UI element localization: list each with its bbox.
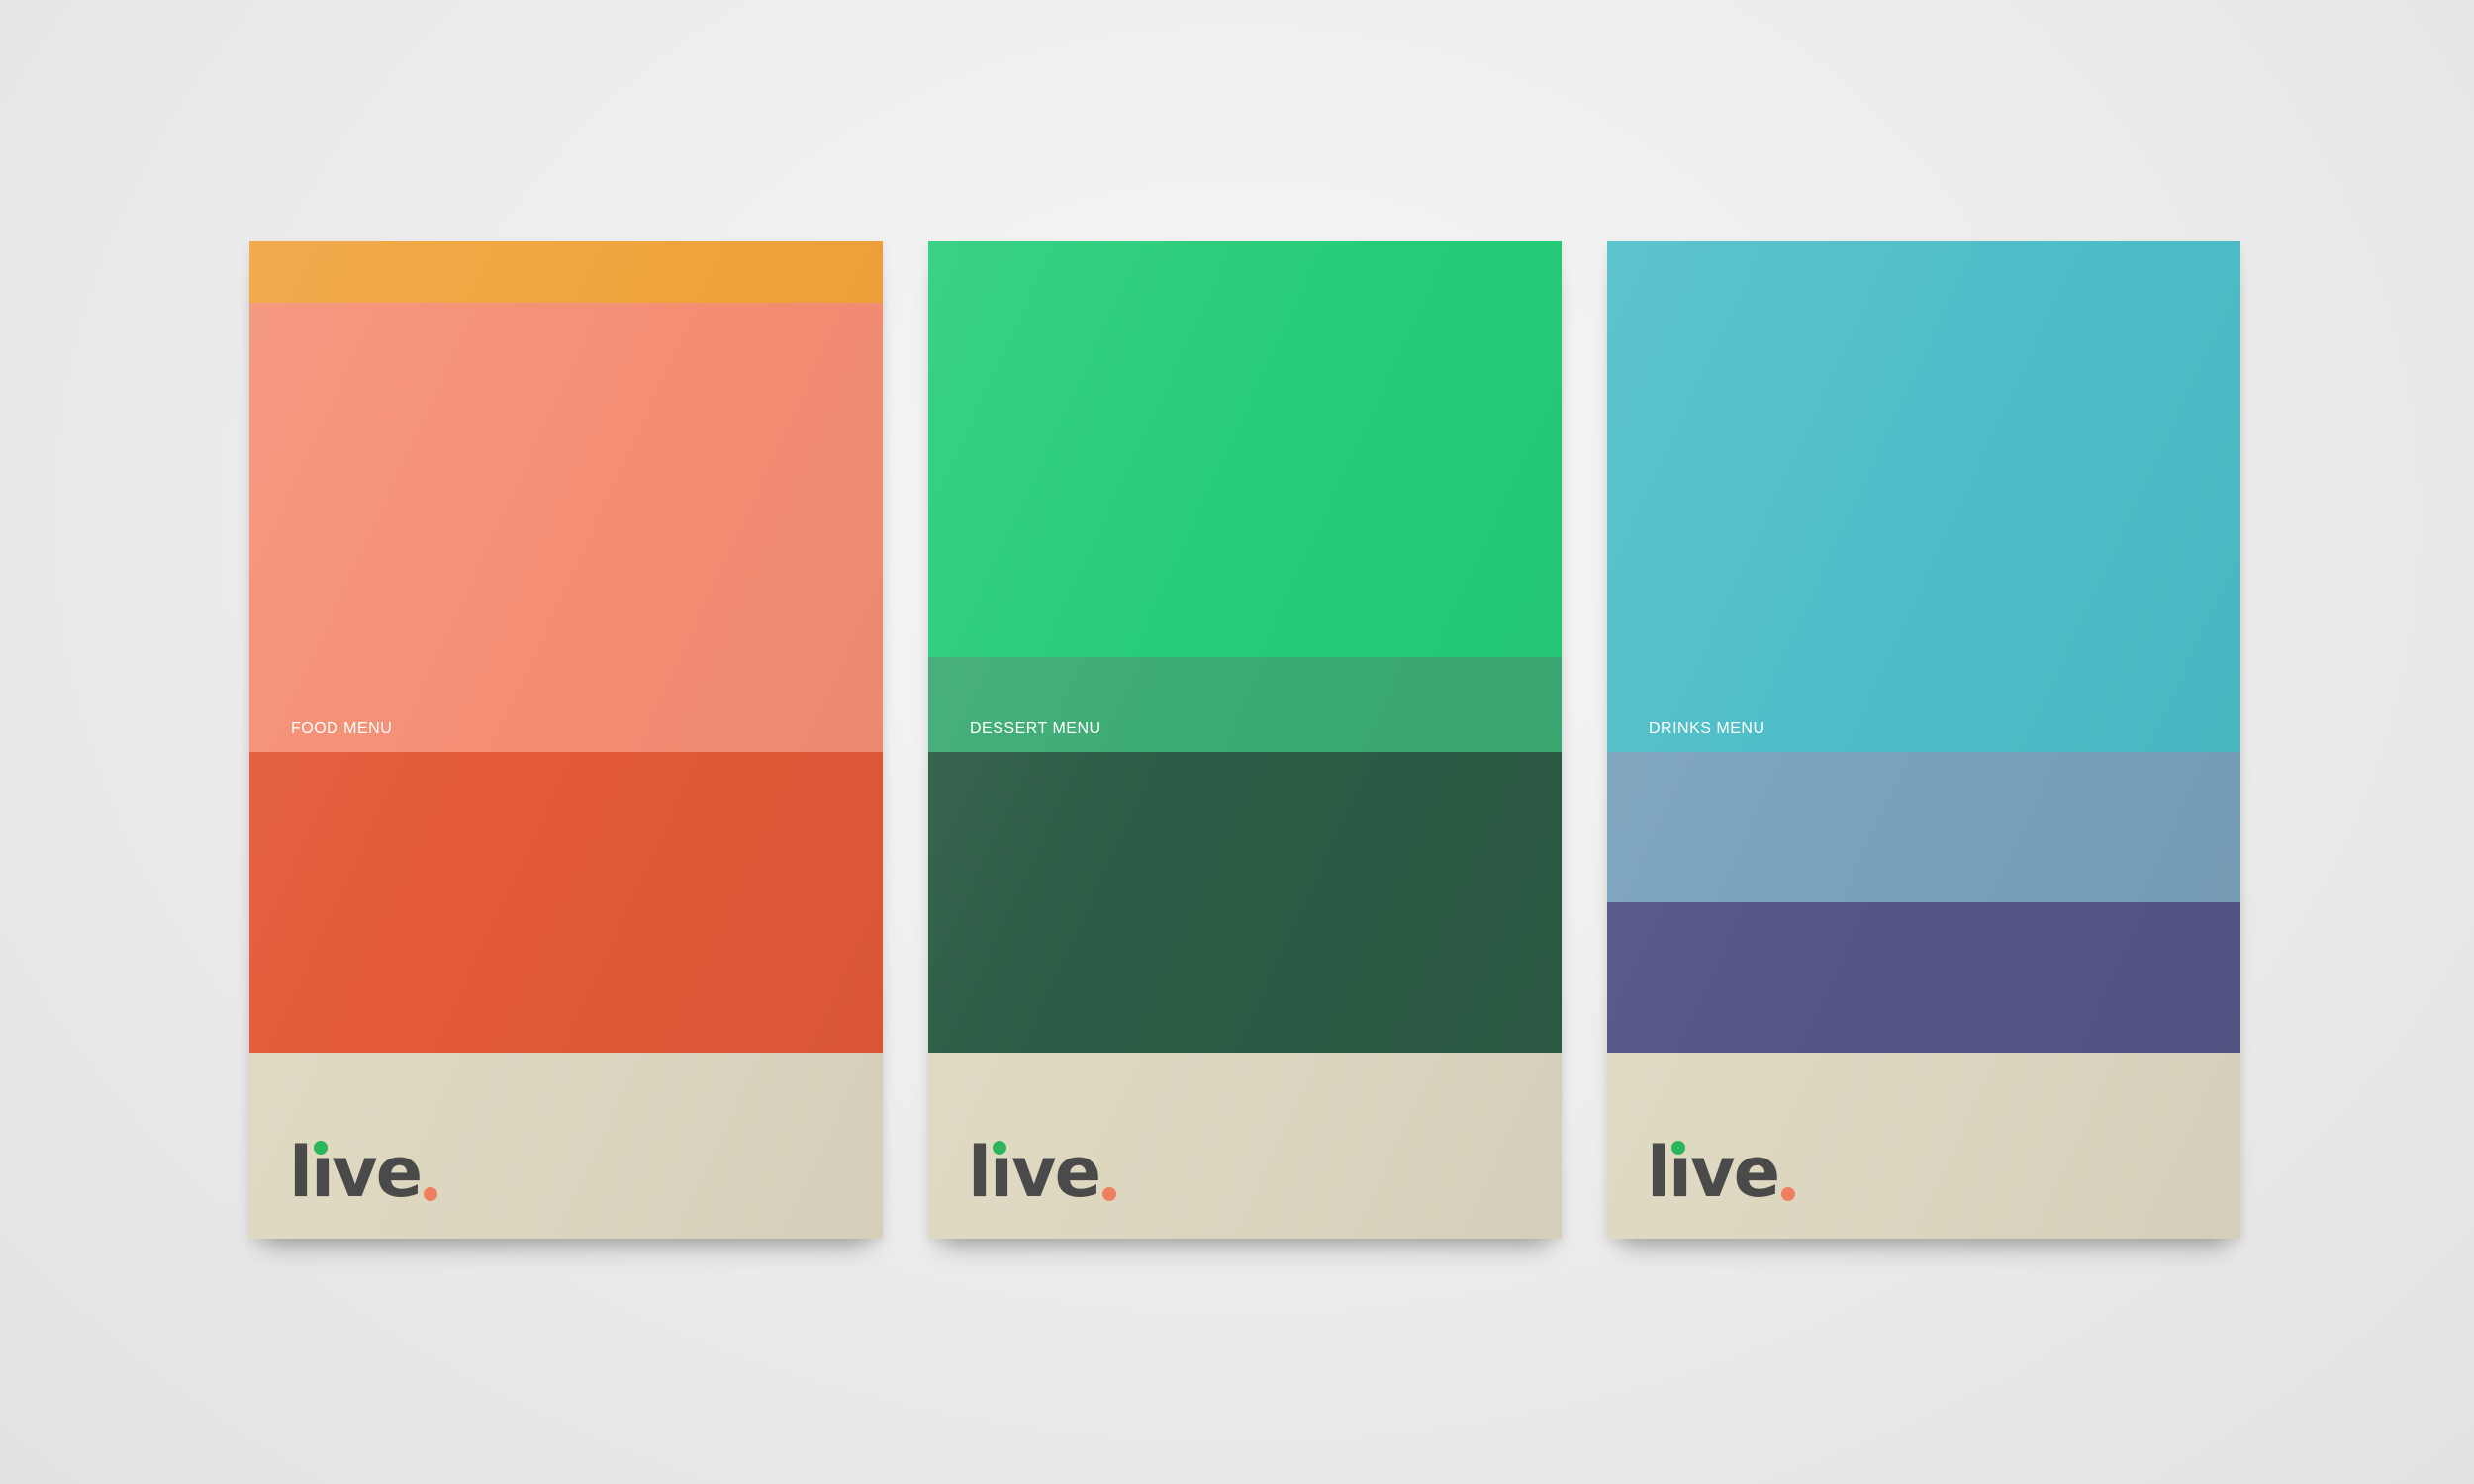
food-band-top [249,241,883,303]
logo-period-dot [1102,1187,1117,1201]
drinks-menu-card: DRINKS MENU live [1607,241,2240,1239]
food-menu-card: FOOD MENU live [249,241,883,1239]
dessert-menu-card: DESSERT MENU live [928,241,1562,1239]
logo-period-dot [1781,1187,1796,1201]
food-band-upper [249,303,883,752]
logo-text: live [289,1132,423,1213]
drinks-band-upper [1607,241,2240,752]
food-menu-label: FOOD MENU [291,720,393,737]
drinks-band-mid [1607,752,2240,902]
live-logo: live [968,1128,1117,1213]
logo-i-dot [1671,1141,1685,1155]
live-logo: live [289,1128,438,1213]
dessert-menu-label: DESSERT MENU [970,720,1101,737]
logo-i-dot [993,1141,1006,1155]
dessert-band-lower [928,752,1562,1053]
drinks-band-lower [1607,902,2240,1053]
drinks-menu-label: DRINKS MENU [1649,720,1765,737]
live-logo: live [1647,1128,1796,1213]
logo-i-dot [314,1141,328,1155]
logo-text: live [968,1132,1101,1213]
logo-period-dot [424,1187,438,1201]
dessert-band-upper [928,241,1562,657]
food-band-lower [249,752,883,1053]
logo-text: live [1647,1132,1780,1213]
